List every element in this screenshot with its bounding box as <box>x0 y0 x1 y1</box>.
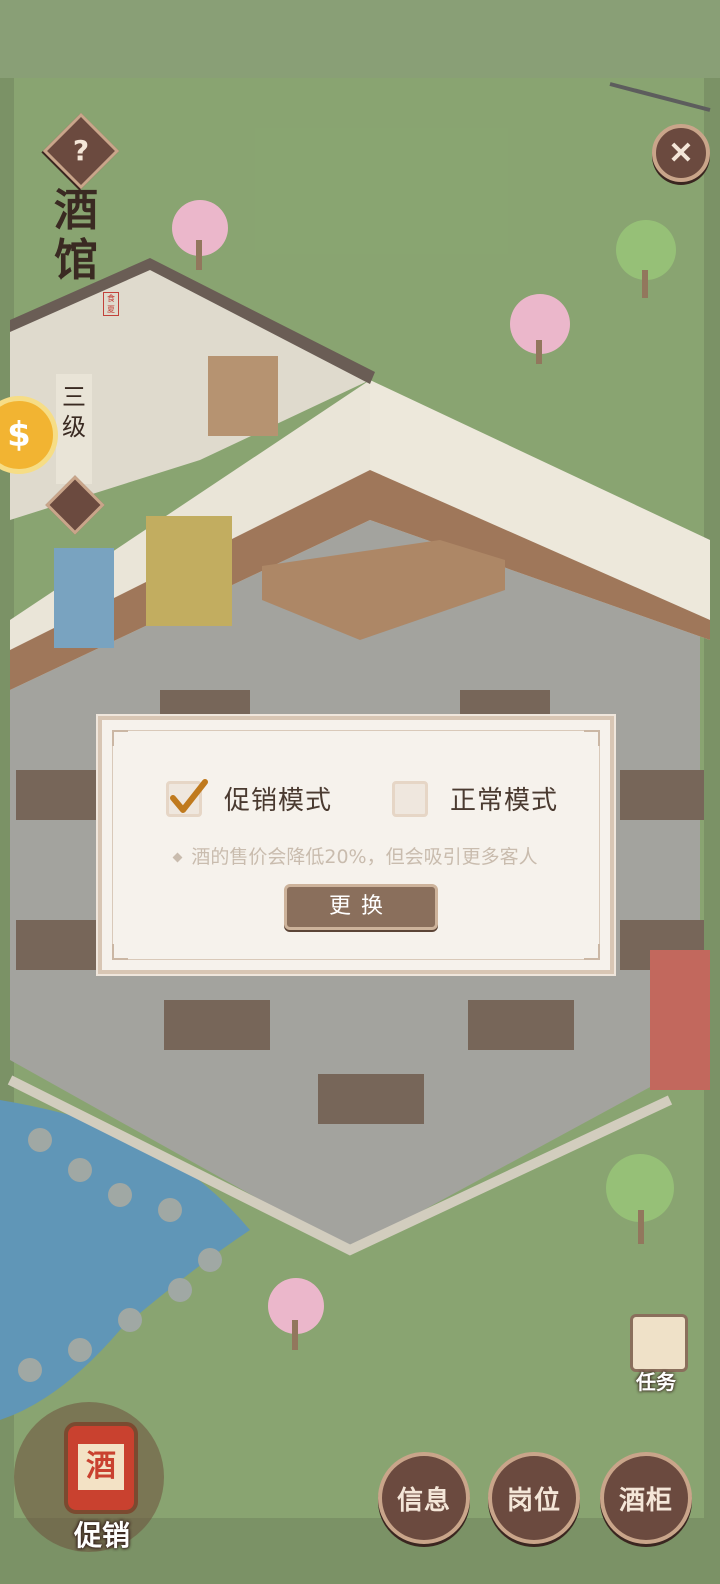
mode-dialog: 促销模式 正常模式 酒的售价会降低20%，但会吸引更多客人 更换 <box>98 716 614 974</box>
post-button[interactable]: 岗位 <box>488 1452 580 1544</box>
wine-jar-icon: 酒 <box>64 1422 138 1514</box>
promo-button[interactable]: 酒 促销 <box>14 1402 164 1552</box>
tavern-level: 三级 <box>56 374 92 484</box>
corner-ornament <box>112 944 128 960</box>
normal-mode-option[interactable]: 正常模式 <box>392 780 558 817</box>
promo-mode-checkbox[interactable] <box>166 778 208 817</box>
checkmark-icon <box>170 778 208 813</box>
task-button[interactable]: 任务 <box>624 1310 688 1394</box>
change-button[interactable]: 更换 <box>284 884 438 930</box>
promo-mode-label: 促销模式 <box>224 786 333 816</box>
corner-ornament <box>584 944 600 960</box>
wine-cabinet-button[interactable]: 酒柜 <box>600 1452 692 1544</box>
wine-jar-label: 酒 <box>78 1444 124 1490</box>
promo-mode-option[interactable]: 促销模式 <box>166 778 333 817</box>
corner-ornament <box>584 730 600 746</box>
promo-label: 促销 <box>73 1519 130 1552</box>
close-icon: ✕ <box>668 135 694 171</box>
normal-mode-checkbox[interactable] <box>392 780 428 817</box>
seal-stamp: 食夏 <box>103 292 119 316</box>
info-button[interactable]: 信息 <box>378 1452 470 1544</box>
mode-description: 酒的售价会降低20%，但会吸引更多客人 <box>102 842 610 869</box>
bullet-icon <box>172 852 183 863</box>
scroll-icon <box>630 1314 688 1372</box>
close-button[interactable]: ✕ <box>652 124 710 182</box>
normal-mode-label: 正常模式 <box>450 786 559 816</box>
mode-description-text: 酒的售价会降低20%，但会吸引更多客人 <box>191 846 538 868</box>
tavern-title: 酒馆 <box>54 185 98 286</box>
corner-ornament <box>112 730 128 746</box>
task-label: 任务 <box>636 1370 676 1394</box>
question-icon: ? <box>72 134 90 167</box>
